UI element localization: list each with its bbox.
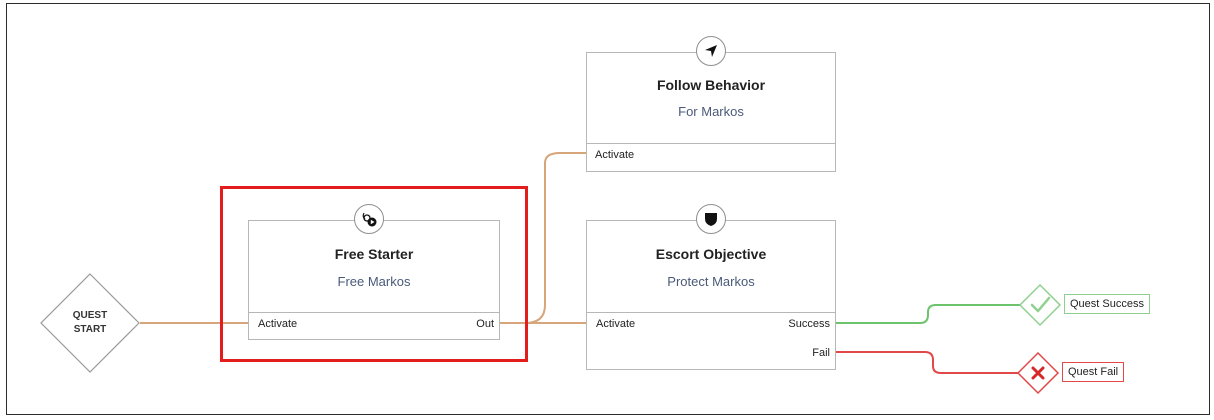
success-port[interactable]: Success <box>788 318 830 330</box>
activate-port[interactable]: Activate <box>596 318 635 330</box>
escort-objective-node[interactable]: Escort Objective Protect Markos Activate… <box>586 220 836 370</box>
node-divider <box>587 312 835 313</box>
node-title: Follow Behavior <box>656 77 766 93</box>
quest-start-label: QUEST START <box>40 273 140 373</box>
quest-start-line2: START <box>73 324 107 335</box>
navigation-arrow-icon <box>696 36 726 66</box>
selection-highlight <box>220 186 528 362</box>
follow-behavior-node[interactable]: Follow Behavior For Markos Activate <box>586 52 836 172</box>
node-subtitle: Protect Markos <box>667 274 755 289</box>
fail-port[interactable]: Fail <box>812 347 830 359</box>
shield-icon <box>696 204 726 234</box>
quest-graph-canvas[interactable]: QUEST START Follow Behavior For Markos A… <box>0 0 1214 420</box>
node-divider <box>587 143 835 144</box>
quest-start-line1: QUEST <box>72 310 108 321</box>
node-subtitle: For Markos <box>678 104 744 119</box>
quest-start-node[interactable]: QUEST START <box>40 273 140 373</box>
node-title: Escort Objective <box>655 246 767 262</box>
activate-port[interactable]: Activate <box>595 149 634 161</box>
quest-success-label[interactable]: Quest Success <box>1064 294 1150 314</box>
quest-fail-label[interactable]: Quest Fail <box>1062 362 1125 382</box>
